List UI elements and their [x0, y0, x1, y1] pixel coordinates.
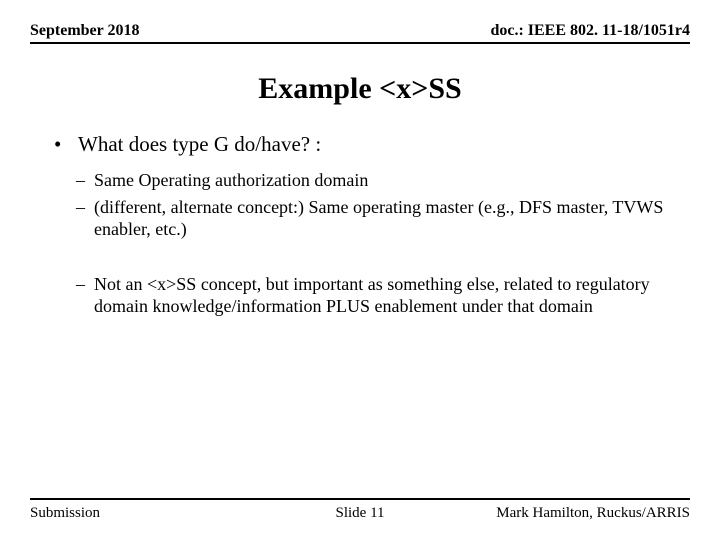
content-area: What does type G do/have? : Same Operati… [30, 132, 690, 318]
bullet-level1: What does type G do/have? : [50, 132, 690, 157]
bullet-text: What does type G do/have? : [78, 132, 321, 156]
footer-bar: Submission Slide 11 Mark Hamilton, Rucku… [30, 505, 690, 522]
slide-title: Example <x>SS [30, 72, 690, 106]
sub-bullets: Same Operating authorization domain (dif… [50, 169, 690, 318]
header-doc-id: doc.: IEEE 802. 11-18/1051r4 [490, 22, 690, 40]
footer-rule [30, 498, 690, 500]
footer-left: Submission [30, 505, 100, 522]
bullet-text: Same Operating authorization domain [94, 170, 368, 190]
slide: September 2018 doc.: IEEE 802. 11-18/105… [0, 0, 720, 540]
footer-author: Mark Hamilton, Ruckus/ARRIS [496, 505, 690, 522]
bullet-level2: (different, alternate concept:) Same ope… [76, 196, 690, 241]
spacer [76, 245, 690, 273]
bullet-text: (different, alternate concept:) Same ope… [94, 197, 663, 240]
bullet-text: Not an <x>SS concept, but important as s… [94, 274, 650, 317]
header-bar: September 2018 doc.: IEEE 802. 11-18/105… [30, 22, 690, 44]
bullet-level2: Same Operating authorization domain [76, 169, 690, 192]
bullet-level2: Not an <x>SS concept, but important as s… [76, 273, 690, 318]
header-date: September 2018 [30, 22, 139, 40]
